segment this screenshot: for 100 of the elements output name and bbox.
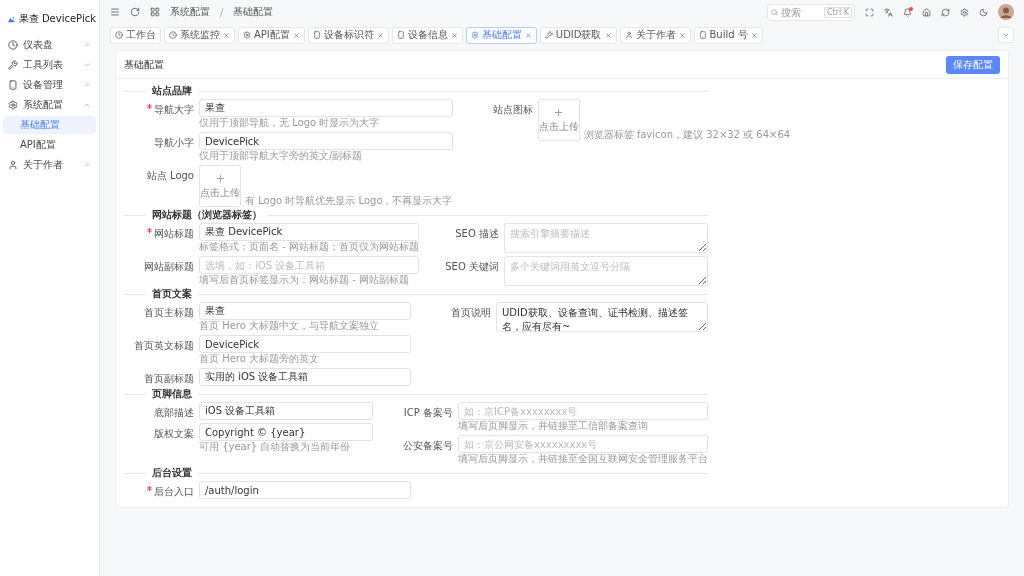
settings-icon[interactable]: [960, 7, 969, 17]
field-hint: 首页 Hero 大标题中文，与导航文案独立: [199, 320, 381, 332]
field-label: 首页主标题: [144, 306, 194, 320]
text-field[interactable]: 果查: [199, 302, 411, 320]
text-field[interactable]: 果查 DevicePick: [199, 223, 419, 241]
phone-icon: [312, 31, 321, 39]
search-icon: [771, 8, 778, 16]
grid-icon[interactable]: [150, 7, 160, 17]
sidebar-item[interactable]: 关于作者: [3, 156, 96, 174]
required-icon: [147, 228, 152, 233]
menu-icon[interactable]: [110, 7, 120, 17]
page-tab[interactable]: UDID获取: [539, 26, 617, 44]
shortcut-hint: Ctrl K: [823, 6, 852, 18]
text-field[interactable]: DevicePick: [199, 335, 411, 353]
close-icon[interactable]: [292, 31, 300, 39]
field-label: 网站标题: [154, 227, 194, 241]
page-tab[interactable]: 关于作者: [619, 26, 691, 44]
field-hint: 标签格式：页面名 - 网站标题；首页仅为网站标题: [199, 241, 419, 253]
page-tab[interactable]: API配置: [238, 26, 305, 44]
close-icon[interactable]: [450, 31, 458, 39]
clock-icon: [169, 31, 177, 39]
field-label: 站点 Logo: [146, 169, 194, 183]
text-field[interactable]: 果查: [199, 99, 453, 117]
breadcrumb-link[interactable]: 基础配置: [233, 5, 274, 19]
field-label: ICP 备案号: [403, 406, 453, 420]
wrench-icon: [544, 31, 553, 39]
close-icon[interactable]: [604, 31, 612, 39]
home-icon[interactable]: [922, 7, 931, 17]
bell-icon[interactable]: [903, 7, 912, 17]
breadcrumb-link[interactable]: 系统配置: [170, 5, 210, 19]
section-title: 页脚信息: [152, 387, 192, 401]
text-field[interactable]: Copyright © {year}: [199, 423, 373, 441]
text-field[interactable]: DevicePick: [199, 132, 453, 150]
phone-icon: [8, 80, 18, 90]
field-hint: 仅用于顶部导航，无 Logo 时显示为大字: [199, 117, 381, 129]
page-tab[interactable]: 基础配置: [465, 26, 537, 44]
page-tab[interactable]: 工作台: [110, 26, 161, 44]
text-area[interactable]: 搜索引擎摘要描述: [503, 223, 708, 253]
gear-icon: [470, 31, 479, 39]
chevron-down-icon: [1002, 31, 1010, 39]
section-title: 网站标题（浏览器标签）: [152, 208, 262, 222]
plus-icon: [214, 172, 226, 184]
user-icon: [624, 31, 633, 39]
field-label: 网站副标题: [144, 260, 194, 274]
clock-icon: [8, 40, 18, 50]
moon-icon[interactable]: [979, 7, 988, 17]
field-label: 底部描述: [154, 406, 194, 420]
sidebar-subitem[interactable]: 基础配置: [3, 116, 96, 134]
page-tab[interactable]: 系统监控: [164, 26, 235, 44]
field-hint: 可用 {year} 自动替换为当前年份: [199, 441, 352, 453]
text-field[interactable]: /auth/login: [199, 481, 411, 499]
field-label: 导航大字: [154, 103, 194, 117]
text-area[interactable]: UDID获取、设备查询、证书检测、描述签名，应有尽有~: [496, 302, 708, 332]
field-label: 后台入口: [154, 485, 194, 499]
field-label: 首页副标题: [144, 372, 194, 386]
breadcrumb-separator: /: [220, 6, 224, 18]
fullscreen-icon[interactable]: [865, 7, 874, 17]
section-title: 站点品牌: [152, 84, 192, 98]
page-tab[interactable]: 设备信息: [391, 26, 463, 44]
close-icon[interactable]: [223, 31, 230, 39]
field-hint: 浏览器标签 favicon，建议 32×32 或 64×64: [583, 129, 791, 141]
required-icon: [147, 486, 152, 491]
upload-button[interactable]: 点击上传: [537, 99, 580, 141]
field-label: SEO 关键词: [445, 260, 499, 274]
field-label: 首页说明: [451, 306, 491, 320]
section-title: 后台设置: [152, 466, 192, 480]
page-tab[interactable]: 设备标识符: [307, 26, 389, 44]
field-label: 站点图标: [492, 103, 533, 117]
avatar[interactable]: [998, 4, 1014, 20]
refresh-icon[interactable]: [941, 7, 950, 17]
close-icon[interactable]: [750, 31, 758, 39]
field-hint: 有 Logo 时导航优先显示 Logo，不再显示大字: [245, 195, 453, 207]
close-icon[interactable]: [524, 31, 532, 39]
refresh-icon[interactable]: [130, 7, 140, 17]
close-icon[interactable]: [678, 31, 686, 39]
close-icon[interactable]: [376, 31, 384, 39]
brand-name: 果查 DevicePick: [18, 12, 96, 26]
required-icon: [147, 104, 152, 109]
sidebar-item[interactable]: 设备管理: [3, 76, 96, 94]
sidebar-item[interactable]: 工具列表: [3, 56, 96, 74]
sidebar-item[interactable]: 系统配置: [3, 96, 96, 114]
text-field[interactable]: 实用的 iOS 设备工具箱: [199, 368, 411, 386]
field-hint: 填写后首页标签显示为：网站标题 - 网站副标题: [199, 274, 410, 286]
plus-icon: [553, 106, 564, 118]
section-title: 首页文案: [152, 287, 192, 301]
field-label: 首页英文标题: [134, 339, 194, 353]
field-hint: 填写后页脚显示，并链接至全国互联网安全管理服务平台: [458, 453, 708, 465]
sidebar-item[interactable]: 仪表盘: [3, 36, 96, 54]
upload-button[interactable]: 点击上传: [199, 165, 241, 207]
text-field[interactable]: iOS 设备工具箱: [199, 402, 373, 420]
translate-icon[interactable]: [884, 7, 893, 17]
field-hint: 仅用于顶部导航大字旁的英文/副标题: [199, 150, 364, 162]
field-hint: 填写后页脚显示，并链接至工信部备案查询: [458, 420, 649, 432]
page-tab[interactable]: Build 号: [693, 26, 763, 44]
field-label: 版权文案: [154, 427, 194, 441]
phone-icon: [396, 31, 405, 39]
user-icon: [8, 160, 18, 170]
phone-icon: [698, 31, 707, 39]
field-label: 公安备案号: [403, 439, 453, 453]
sidebar-subitem[interactable]: API配置: [3, 136, 96, 154]
